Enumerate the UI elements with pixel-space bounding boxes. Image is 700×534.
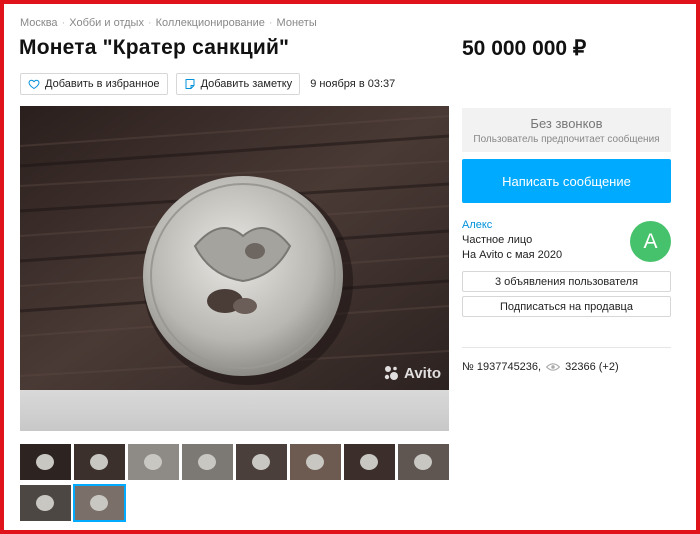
view-count: 32366 (+2) xyxy=(565,361,619,373)
gallery-thumbnail[interactable] xyxy=(20,485,71,521)
page-title: Монета "Кратер санкций" xyxy=(19,36,290,59)
breadcrumb-moscow[interactable]: Москва xyxy=(20,17,58,29)
price: 50 000 000 ₽ xyxy=(462,37,587,60)
avito-logo-icon xyxy=(384,366,399,380)
gallery-thumbnail[interactable] xyxy=(236,444,287,480)
no-calls-notice: Без звонков Пользователь предпочитает со… xyxy=(462,108,671,152)
seller-ads-button[interactable]: 3 объявления пользователя xyxy=(462,271,671,292)
thumbnail-strip xyxy=(20,444,450,522)
gallery-thumbnail[interactable] xyxy=(20,444,71,480)
coin-photo xyxy=(20,106,449,390)
item-actions: Добавить в избранное Добавить заметку 9 … xyxy=(20,73,395,95)
gallery-thumbnail[interactable] xyxy=(398,444,449,480)
watermark-text: Avito xyxy=(404,364,441,382)
subscribe-seller-button[interactable]: Подписаться на продавца xyxy=(462,296,671,317)
breadcrumb-hobby[interactable]: Хобби и отдых xyxy=(69,17,144,29)
photo-gallery[interactable]: Avito xyxy=(20,106,449,431)
gallery-thumbnail[interactable] xyxy=(74,444,125,480)
ad-number: № 1937745236, xyxy=(462,361,542,373)
gallery-thumbnail[interactable] xyxy=(344,444,395,480)
coin-thumbnail-image xyxy=(144,454,162,470)
coin-thumbnail-image xyxy=(90,495,108,511)
breadcrumb: Москва · Хобби и отдых · Коллекционирова… xyxy=(20,17,317,29)
ad-meta: № 1937745236, 32366 (+2) xyxy=(462,361,671,373)
breadcrumb-separator: · xyxy=(61,17,66,29)
coin-thumbnail-image xyxy=(360,454,378,470)
breadcrumb-collecting[interactable]: Коллекционирование xyxy=(156,17,265,29)
seller-info: Алекс Частное лицо На Avito с мая 2020 А xyxy=(462,219,671,269)
coin-thumbnail-image xyxy=(36,454,54,470)
write-message-button[interactable]: Написать сообщение xyxy=(462,159,671,203)
avito-watermark: Avito xyxy=(382,364,441,382)
coin-thumbnail-image xyxy=(306,454,324,470)
eye-icon xyxy=(546,363,561,371)
gallery-thumbnail[interactable] xyxy=(182,444,233,480)
coin-thumbnail-image xyxy=(252,454,270,470)
avatar[interactable]: А xyxy=(630,221,671,262)
publish-date: 9 ноября в 03:37 xyxy=(310,78,396,90)
no-calls-subtitle: Пользователь предпочитает сообщения xyxy=(473,134,660,145)
coin-thumbnail-image xyxy=(90,454,108,470)
coin-thumbnail-image xyxy=(198,454,216,470)
gallery-thumbnail[interactable] xyxy=(290,444,341,480)
add-to-favorites-label: Добавить в избранное xyxy=(45,78,160,90)
add-note-label: Добавить заметку xyxy=(200,78,293,90)
note-icon xyxy=(185,79,195,89)
gallery-background xyxy=(20,390,449,431)
breadcrumb-coins[interactable]: Монеты xyxy=(277,17,317,29)
coin-thumbnail-image xyxy=(414,454,432,470)
add-to-favorites-button[interactable]: Добавить в избранное xyxy=(20,73,168,95)
divider xyxy=(462,347,671,348)
gallery-thumbnail[interactable] xyxy=(73,484,126,522)
coin-thumbnail-image xyxy=(36,495,54,511)
gallery-thumbnail[interactable] xyxy=(128,444,179,480)
no-calls-title: Без звонков xyxy=(530,116,603,131)
breadcrumb-separator: · xyxy=(147,17,152,29)
add-note-button[interactable]: Добавить заметку xyxy=(175,73,301,95)
breadcrumb-separator: · xyxy=(268,17,273,29)
heart-icon xyxy=(28,79,40,90)
